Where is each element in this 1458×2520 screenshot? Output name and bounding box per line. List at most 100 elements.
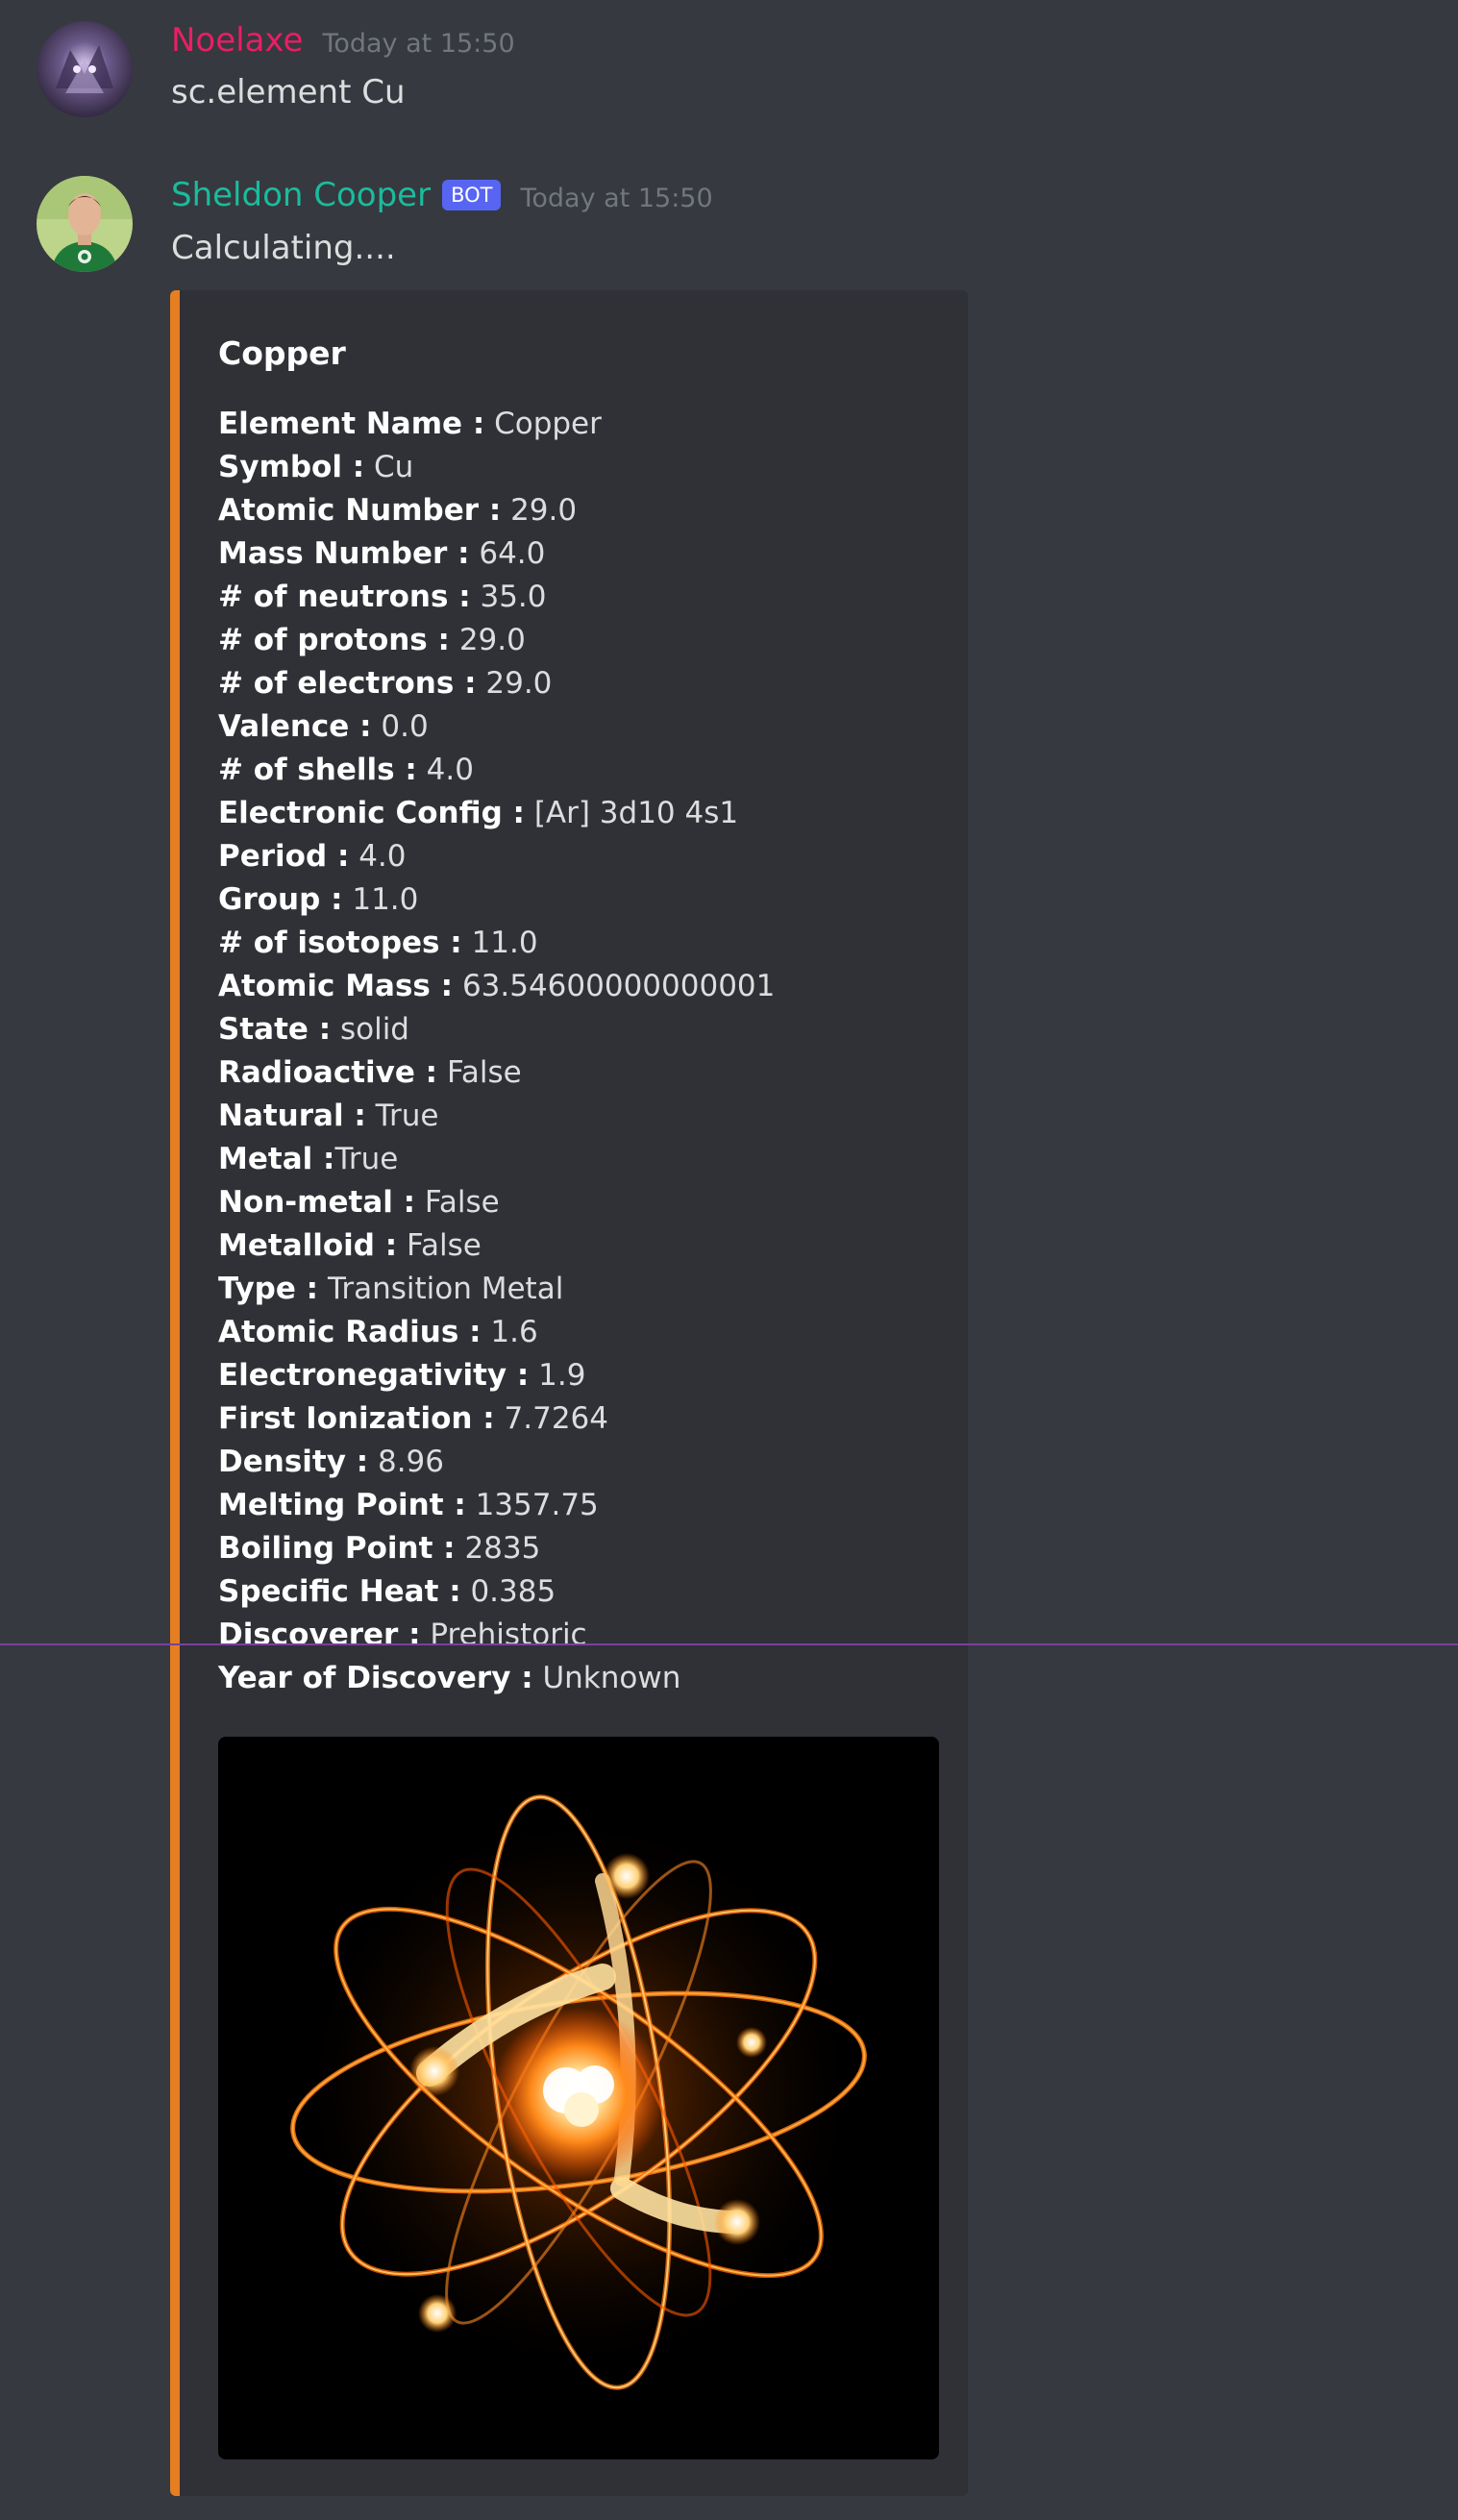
- field-value: 29.0: [485, 666, 553, 701]
- field-value: 8.96: [377, 1445, 445, 1479]
- field-density: Density : 8.96: [218, 1441, 775, 1484]
- field-specific-heat: Specific Heat : 0.385: [218, 1570, 775, 1614]
- field-label: Atomic Radius :: [218, 1315, 482, 1349]
- field-value: Unknown: [542, 1661, 681, 1695]
- field-element-name: Element Name : Copper: [218, 403, 775, 446]
- field-value: 4.0: [358, 839, 407, 874]
- field-label: Boiling Point :: [218, 1531, 456, 1566]
- field-label: Discoverer :: [218, 1618, 421, 1652]
- field-symbol: Symbol : Cu: [218, 446, 775, 489]
- field-first-ionization: First Ionization : 7.7264: [218, 1397, 775, 1441]
- username[interactable]: Sheldon Cooper: [171, 176, 431, 214]
- field-label: # of isotopes :: [218, 926, 462, 960]
- field-value: 29.0: [458, 623, 526, 657]
- new-messages-divider: [0, 1643, 1458, 1645]
- field-atomic-number: Atomic Number : 29.0: [218, 489, 775, 532]
- field-value: Transition Metal: [327, 1272, 564, 1306]
- field-shells: # of shells : 4.0: [218, 749, 775, 792]
- field-label: # of protons :: [218, 623, 450, 657]
- field-natural: Natural : True: [218, 1095, 775, 1138]
- timestamp: Today at 15:50: [520, 183, 713, 213]
- field-value: Cu: [374, 450, 414, 484]
- field-label: Natural :: [218, 1099, 366, 1133]
- field-value: False: [424, 1185, 500, 1220]
- field-value: 35.0: [480, 580, 547, 614]
- field-label: Electronegativity :: [218, 1358, 530, 1393]
- message-content: Calculating....: [171, 229, 396, 267]
- element-embed: Copper Element Name : Copper Symbol : Cu…: [170, 290, 968, 2496]
- bot-tag: BOT: [442, 180, 502, 210]
- field-label: Metal :: [218, 1142, 335, 1176]
- field-discoverer: Discoverer : Prehistoric: [218, 1614, 775, 1657]
- field-value: False: [407, 1228, 482, 1263]
- field-value: 0.0: [381, 709, 429, 744]
- field-label: Atomic Mass :: [218, 969, 454, 1003]
- field-label: Metalloid :: [218, 1228, 398, 1263]
- field-label: # of neutrons :: [218, 580, 471, 614]
- field-neutrons: # of neutrons : 35.0: [218, 576, 775, 619]
- field-valence: Valence : 0.0: [218, 705, 775, 749]
- field-value: 4.0: [426, 753, 474, 787]
- field-isotopes: # of isotopes : 11.0: [218, 922, 775, 965]
- field-label: # of shells :: [218, 753, 417, 787]
- field-value: 1.9: [538, 1358, 586, 1393]
- field-period: Period : 4.0: [218, 835, 775, 878]
- field-electrons: # of electrons : 29.0: [218, 662, 775, 705]
- field-label: Atomic Number :: [218, 493, 502, 528]
- field-value: 1357.75: [475, 1488, 599, 1522]
- embed-title: Copper: [218, 334, 346, 372]
- field-metal: Metal :True: [218, 1138, 775, 1181]
- field-label: Radioactive :: [218, 1055, 438, 1090]
- field-label: State :: [218, 1012, 332, 1047]
- field-value: solid: [339, 1012, 409, 1047]
- field-label: Period :: [218, 839, 350, 874]
- field-metalloid: Metalloid : False: [218, 1224, 775, 1268]
- field-value: 2835: [464, 1531, 541, 1566]
- glowing-atom-image[interactable]: [218, 1737, 939, 2459]
- field-label: Valence :: [218, 709, 372, 744]
- timestamp: Today at 15:50: [322, 28, 515, 59]
- message-content: sc.element Cu: [171, 73, 406, 111]
- field-type: Type : Transition Metal: [218, 1268, 775, 1311]
- field-state: State : solid: [218, 1008, 775, 1051]
- field-protons: # of protons : 29.0: [218, 619, 775, 662]
- field-electronic-config: Electronic Config : [Ar] 3d10 4s1: [218, 792, 775, 835]
- sheldon-avatar-icon[interactable]: [37, 176, 133, 272]
- field-value: Prehistoric: [430, 1618, 587, 1652]
- field-label: # of electrons :: [218, 666, 477, 701]
- field-value: Copper: [494, 407, 602, 441]
- purple-dragon-avatar-icon[interactable]: [37, 21, 133, 117]
- field-value: True: [334, 1142, 399, 1176]
- field-value: 64.0: [479, 536, 546, 571]
- field-year-of-discovery: Year of Discovery : Unknown: [218, 1657, 775, 1700]
- field-value: 11.0: [471, 926, 538, 960]
- field-label: Non-metal :: [218, 1185, 416, 1220]
- field-value: 29.0: [510, 493, 578, 528]
- field-label: Melting Point :: [218, 1488, 466, 1522]
- field-mass-number: Mass Number : 64.0: [218, 532, 775, 576]
- embed-fields: Element Name : Copper Symbol : Cu Atomic…: [218, 403, 775, 1700]
- field-non-metal: Non-metal : False: [218, 1181, 775, 1224]
- field-label: Element Name :: [218, 407, 485, 441]
- field-value: 0.385: [470, 1574, 556, 1609]
- field-value: 11.0: [352, 882, 419, 917]
- message-header: Sheldon Cooper BOT Today at 15:50: [171, 176, 713, 214]
- field-label: Group :: [218, 882, 343, 917]
- field-value: 1.6: [490, 1315, 538, 1349]
- field-label: Type :: [218, 1272, 319, 1306]
- field-boiling-point: Boiling Point : 2835: [218, 1527, 775, 1570]
- username[interactable]: Noelaxe: [171, 21, 303, 60]
- field-label: Year of Discovery :: [218, 1661, 533, 1695]
- field-atomic-mass: Atomic Mass : 63.54600000000001: [218, 965, 775, 1008]
- message-header: Noelaxe Today at 15:50: [171, 21, 515, 60]
- field-label: Symbol :: [218, 450, 365, 484]
- field-group: Group : 11.0: [218, 878, 775, 922]
- field-value: True: [375, 1099, 439, 1133]
- field-value: 63.54600000000001: [461, 969, 776, 1003]
- field-label: Specific Heat :: [218, 1574, 461, 1609]
- field-label: Density :: [218, 1445, 369, 1479]
- field-value: [Ar] 3d10 4s1: [533, 796, 739, 830]
- field-label: First Ionization :: [218, 1401, 495, 1436]
- field-radioactive: Radioactive : False: [218, 1051, 775, 1095]
- field-label: Mass Number :: [218, 536, 470, 571]
